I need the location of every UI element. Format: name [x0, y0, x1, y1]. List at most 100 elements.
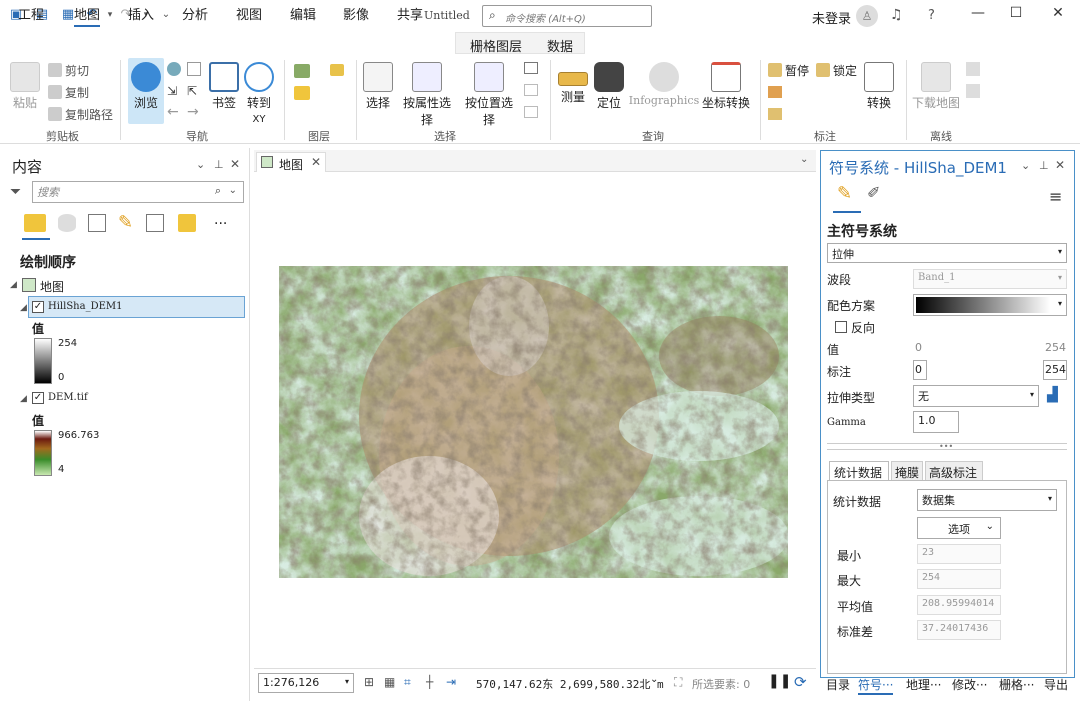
- list-by-labeling-icon[interactable]: [178, 214, 196, 232]
- stretch-type-dropdown[interactable]: 无 ▾: [913, 385, 1039, 407]
- sync-icon[interactable]: [966, 62, 980, 76]
- basemap-icon[interactable]: [294, 64, 310, 78]
- layer-name[interactable]: DEM.tif: [48, 392, 88, 403]
- full-extent-icon[interactable]: [167, 62, 181, 76]
- add-data-icon[interactable]: [294, 86, 310, 100]
- download-map-button[interactable]: 下载地图: [912, 62, 960, 111]
- tab-view[interactable]: 视图: [236, 4, 262, 23]
- tab-insert[interactable]: 插入: [128, 4, 154, 23]
- expand-layer-icon[interactable]: ◢: [20, 303, 27, 313]
- expand-map-icon[interactable]: ◢: [10, 280, 17, 290]
- copy-button[interactable]: 复制: [48, 84, 89, 101]
- grid-icon[interactable]: ▦: [384, 675, 395, 689]
- zoom-in-fixed-icon[interactable]: ⇲: [167, 84, 177, 98]
- layer-visibility-checkbox[interactable]: ✓: [32, 301, 44, 313]
- undo-dropdown-icon[interactable]: ▾: [102, 7, 118, 23]
- tab-raster[interactable]: 栅格···: [999, 676, 1034, 693]
- tab-edit[interactable]: 编辑: [290, 4, 316, 23]
- customize-toolbar-icon[interactable]: ⌄: [158, 7, 174, 23]
- label-max-input[interactable]: 254: [1043, 360, 1067, 380]
- tab-raster-layer[interactable]: 栅格图层: [470, 36, 522, 55]
- goto-xy-button[interactable]: 转到 XY: [244, 62, 274, 125]
- layer-name[interactable]: HillSha_DEM1: [48, 301, 123, 312]
- chevron-down-icon[interactable]: ⌄: [650, 674, 658, 685]
- tab-modify[interactable]: 修改···: [952, 676, 987, 693]
- select-by-location-button[interactable]: 按位置选择: [460, 62, 518, 128]
- add-preset-icon[interactable]: [330, 64, 344, 76]
- attributes-table-icon[interactable]: [524, 62, 538, 74]
- explore-button[interactable]: 浏览: [128, 58, 164, 124]
- notification-bell-icon[interactable]: ♫: [890, 7, 903, 23]
- pane-options-icon[interactable]: ⌄: [1021, 159, 1030, 172]
- select-by-attribute-button[interactable]: 按属性选择: [398, 62, 456, 128]
- close-pane-icon[interactable]: ✕: [1055, 158, 1065, 172]
- close-icon[interactable]: ✕: [1048, 5, 1068, 21]
- pane-options-icon[interactable]: ⌄: [196, 158, 205, 171]
- paste-button[interactable]: 粘贴: [8, 62, 42, 111]
- histogram-icon[interactable]: ▟: [1047, 387, 1058, 403]
- tab-project[interactable]: 工程: [18, 4, 44, 23]
- tab-statistics[interactable]: 统计数据: [829, 461, 889, 481]
- map-tab[interactable]: 地图 ✕: [256, 152, 326, 172]
- expand-layer-icon[interactable]: ◢: [20, 394, 27, 404]
- filter-icon[interactable]: ⏷: [10, 184, 21, 200]
- infographics-button[interactable]: Infographics: [626, 62, 702, 107]
- minimize-icon[interactable]: —: [968, 5, 988, 21]
- tab-symbology[interactable]: 符号···: [858, 676, 894, 695]
- sign-in-status[interactable]: 未登录: [812, 8, 851, 27]
- tab-data[interactable]: 数据: [547, 36, 573, 55]
- primary-symbology-icon[interactable]: ✎: [837, 183, 852, 204]
- avatar-icon[interactable]: ♙: [856, 5, 878, 27]
- tab-imagery[interactable]: 影像: [343, 4, 369, 23]
- map-node-label[interactable]: 地图: [40, 278, 64, 295]
- tab-catalog[interactable]: 目录: [826, 676, 850, 693]
- locate-button[interactable]: 定位: [594, 62, 624, 111]
- pause-drawing-icon[interactable]: ❚❚: [768, 673, 791, 689]
- maximize-icon[interactable]: ☐: [1006, 5, 1026, 21]
- pan-icon[interactable]: ⇥: [446, 675, 456, 689]
- view-unplaced-icon[interactable]: [768, 86, 782, 98]
- tab-advanced-labels[interactable]: 高级标注: [925, 461, 983, 481]
- correction-icon[interactable]: ┼: [426, 675, 433, 689]
- clear-selection-icon[interactable]: [524, 84, 538, 96]
- scale-selector[interactable]: 1:276,126 ▾: [258, 673, 354, 693]
- list-by-snapping-icon[interactable]: [146, 214, 164, 232]
- tab-export[interactable]: 导出: [1044, 676, 1068, 693]
- fixed-zoom-icon[interactable]: [187, 62, 201, 76]
- contents-search-input[interactable]: 搜索 ⌕ ⌄: [32, 181, 244, 203]
- menu-icon[interactable]: ≡: [1049, 187, 1062, 206]
- tab-share[interactable]: 共享: [397, 4, 423, 23]
- zoom-out-fixed-icon[interactable]: ⇱: [187, 84, 197, 98]
- copy-path-button[interactable]: 复制路径: [48, 106, 113, 123]
- zoom-to-selection-icon[interactable]: [524, 106, 538, 118]
- cut-button[interactable]: 剪切: [48, 62, 89, 79]
- convert-coordinates-button[interactable]: 坐标转换: [702, 62, 750, 111]
- help-button[interactable]: ?: [928, 8, 935, 23]
- list-by-source-icon[interactable]: [58, 214, 76, 232]
- bookmarks-button[interactable]: 书签: [208, 62, 240, 111]
- back-extent-icon[interactable]: ←: [167, 104, 179, 120]
- tab-list-chevron-icon[interactable]: ⌄: [800, 154, 808, 165]
- hillshade-terrain-image[interactable]: [279, 266, 788, 578]
- more-options-icon[interactable]: ···: [214, 216, 227, 232]
- constraints-icon[interactable]: ⌗: [404, 675, 411, 690]
- list-by-selection-icon[interactable]: [88, 214, 106, 232]
- measure-button[interactable]: 测量: [556, 62, 590, 105]
- tab-mask[interactable]: 掩膜: [891, 461, 923, 481]
- select-button[interactable]: 选择: [362, 62, 394, 111]
- lock-labeling-button[interactable]: 锁定: [816, 62, 857, 79]
- list-by-drawing-order-icon[interactable]: [24, 214, 46, 232]
- command-search-input[interactable]: ⌕ 命令搜索 (Alt+Q): [482, 5, 652, 27]
- refresh-icon[interactable]: ⟳: [794, 673, 807, 691]
- options-button[interactable]: 选项 ⌄: [917, 517, 1001, 539]
- band-dropdown[interactable]: Band_1 ▾: [913, 269, 1067, 289]
- renderer-dropdown[interactable]: 拉伸 ▾: [827, 243, 1067, 263]
- forward-extent-icon[interactable]: →: [187, 104, 199, 120]
- close-pane-icon[interactable]: ✕: [230, 157, 240, 171]
- list-by-editing-icon[interactable]: ✎: [118, 212, 133, 233]
- tab-map[interactable]: 地图: [74, 4, 101, 27]
- tab-geoprocessing[interactable]: 地理···: [906, 676, 941, 693]
- color-scheme-dropdown[interactable]: ▾: [913, 294, 1067, 316]
- pause-labeling-button[interactable]: 暂停: [768, 62, 809, 79]
- label-min-input[interactable]: 0: [913, 360, 927, 380]
